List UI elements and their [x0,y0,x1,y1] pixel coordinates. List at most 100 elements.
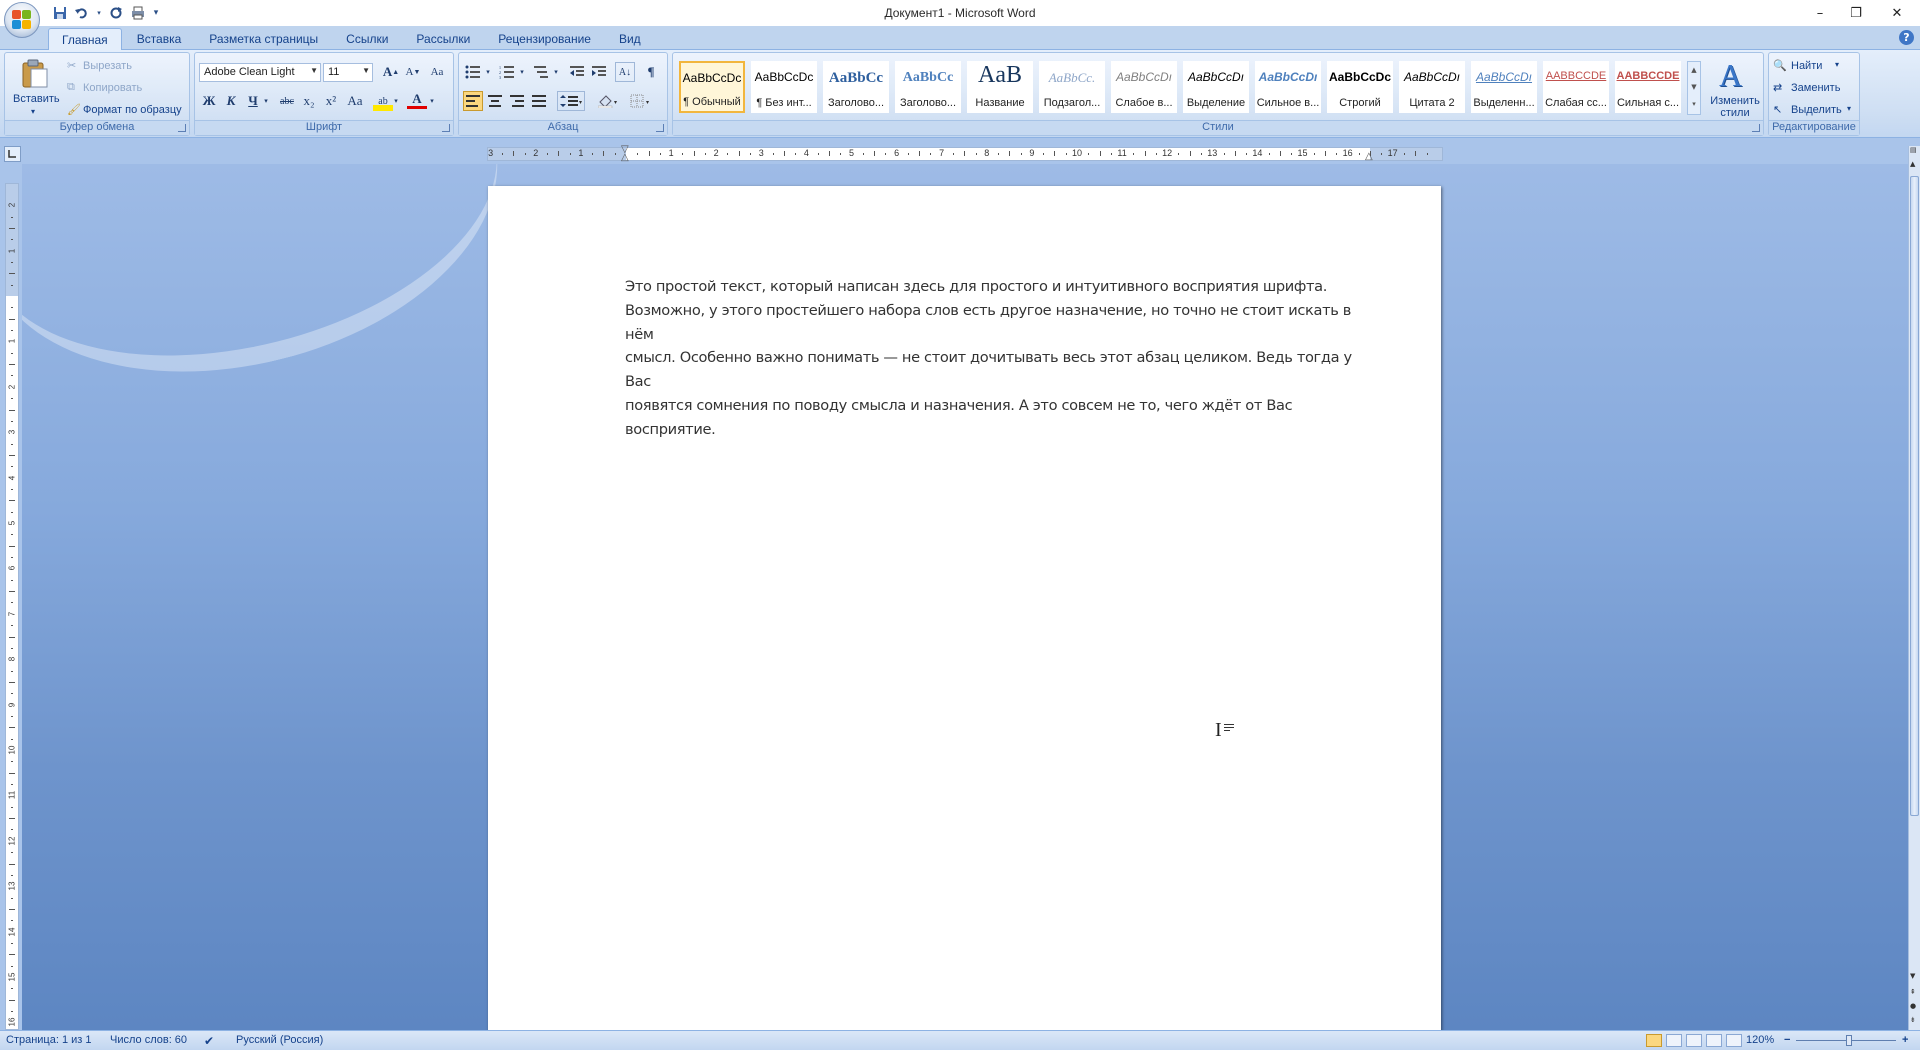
format-painter-button[interactable]: 🖌 Формат по образцу [65,101,189,119]
line-spacing-icon[interactable]: ▾ [557,91,585,111]
grow-font-button[interactable]: A ▲ [381,62,401,82]
bullets-icon[interactable] [463,62,483,82]
office-button[interactable] [4,2,40,38]
draft-view-button[interactable] [1726,1034,1742,1047]
font-name-combo[interactable]: Adobe Clean Light ▼ [199,63,321,82]
style-item[interactable]: AaBbCcDı Выделение [1183,61,1249,113]
decrease-indent-icon[interactable] [567,62,587,82]
style-item[interactable]: AaBbCc. Подзагол... [1039,61,1105,113]
sort-icon[interactable]: A↓ [615,62,635,82]
zoom-level[interactable]: 120% [1746,1034,1774,1046]
font-size-combo[interactable]: 11 ▼ [323,63,373,82]
tab-home[interactable]: Главная [48,28,122,51]
style-item[interactable]: AaBbCcDı Выделенн... [1471,61,1537,113]
numbering-icon[interactable]: 123 [497,62,517,82]
replace-button[interactable]: ⇄ Заменить [1773,79,1859,97]
restore-button[interactable]: ❐ [1838,0,1874,26]
chevron-up-icon[interactable]: ▲ [1688,62,1700,79]
print-layout-view-button[interactable] [1646,1034,1662,1047]
styles-dialog-launcher[interactable] [1752,124,1760,132]
style-item[interactable]: AaBbCc Заголово... [895,61,961,113]
highlight-dropdown-icon[interactable]: ▾ [391,91,401,111]
document-body[interactable]: Это простой текст, который написан здесь… [625,275,1375,442]
clear-formatting-button[interactable]: Aa [427,62,447,82]
right-indent-marker[interactable]: △ [1365,151,1373,162]
tab-mailings[interactable]: Рассылки [403,28,483,51]
copy-button[interactable]: ⧉ Копировать [65,79,189,97]
vertical-scrollbar[interactable]: ▤ ▲ ▼ ⇞ ● ⇟ [1908,146,1920,1030]
tab-selector[interactable] [4,146,21,162]
numbering-dropdown-icon[interactable]: ▾ [517,62,527,82]
browse-object-icon[interactable]: ● [1910,1002,1916,1010]
font-dialog-launcher[interactable] [442,124,450,132]
italic-button[interactable]: К [221,91,241,111]
align-right-icon[interactable] [507,91,527,111]
paragraph-dialog-launcher[interactable] [656,124,664,132]
vertical-ruler[interactable]: 2 1 1 2 3 4 5 6 7 8 9 10 11 12 13 14 15 16 [5,183,19,1030]
tab-view[interactable]: Вид [606,28,654,51]
spellcheck-icon[interactable]: ✔ [204,1034,214,1048]
multilevel-dropdown-icon[interactable]: ▾ [551,62,561,82]
strikethrough-button[interactable]: abc [277,91,297,111]
justify-icon[interactable] [529,91,549,111]
clipboard-dialog-launcher[interactable] [178,124,186,132]
align-center-icon[interactable] [485,91,505,111]
word-count[interactable]: Число слов: 60 [110,1034,187,1046]
align-left-icon[interactable] [463,91,483,111]
style-item[interactable]: AaBbCcDı Сильное в... [1255,61,1321,113]
style-item[interactable]: AaBbCcDı Цитата 2 [1399,61,1465,113]
previous-page-icon[interactable]: ⇞ [1910,988,1916,996]
style-item[interactable]: AaBbCcDc ¶ Без инт... [751,61,817,113]
select-button[interactable]: ↖ Выделить ▾ [1773,101,1859,119]
help-icon[interactable]: ? [1899,30,1914,45]
minimize-button[interactable]: – [1802,0,1838,26]
tab-page-layout[interactable]: Разметка страницы [196,28,331,51]
horizontal-ruler[interactable]: 3 2 1 1 2 3 4 5 6 7 8 9 10 11 12 13 14 15 16 17 ▽ △ △ [487,145,1443,163]
multilevel-list-icon[interactable] [531,62,551,82]
pilcrow-button[interactable]: ¶ [641,62,661,82]
underline-dropdown-icon[interactable]: ▾ [261,91,271,111]
increase-indent-icon[interactable] [589,62,609,82]
scroll-up-icon[interactable]: ▲ [1910,160,1915,168]
more-styles-icon[interactable]: ▾ [1688,96,1700,113]
style-item[interactable]: AABBCCDE Слабая сс... [1543,61,1609,113]
shading-icon[interactable]: ▾ [595,91,623,111]
shrink-font-button[interactable]: A ▼ [403,62,423,82]
cut-button[interactable]: ✂ Вырезать [65,57,189,75]
chevron-down-icon[interactable]: ▼ [1688,79,1700,96]
change-styles-button[interactable]: A Изменить стили [1707,57,1763,121]
page-count[interactable]: Страница: 1 из 1 [6,1034,92,1046]
superscript-button[interactable]: x² [321,91,341,111]
close-button[interactable]: ✕ [1874,0,1920,26]
web-layout-view-button[interactable] [1686,1034,1702,1047]
tab-review[interactable]: Рецензирование [485,28,604,51]
style-item[interactable]: AaBbCc Заголово... [823,61,889,113]
language-indicator[interactable]: Русский (Россия) [236,1034,323,1046]
font-color-button[interactable]: A [407,91,427,109]
zoom-out-button[interactable]: − [1784,1034,1790,1046]
tab-references[interactable]: Ссылки [333,28,401,51]
zoom-in-button[interactable]: + [1902,1034,1908,1046]
style-item[interactable]: AaB Название [967,61,1033,113]
outline-view-button[interactable] [1706,1034,1722,1047]
scroll-down-icon[interactable]: ▼ [1910,972,1915,980]
paste-button[interactable]: Вставить ▾ [13,57,60,119]
tab-insert[interactable]: Вставка [124,28,195,51]
bold-button[interactable]: Ж [199,91,219,111]
document-page[interactable]: Это простой текст, который написан здесь… [488,186,1441,1030]
style-item[interactable]: AaBbCcDc Строгий [1327,61,1393,113]
bullets-dropdown-icon[interactable]: ▾ [483,62,493,82]
underline-button[interactable]: Ч [243,91,263,111]
highlight-button[interactable]: ab [373,91,393,111]
style-item[interactable]: AaBbCcDc ¶ Обычный [679,61,745,113]
next-page-icon[interactable]: ⇟ [1910,1016,1916,1024]
change-case-button[interactable]: Aa [345,91,365,111]
subscript-button[interactable]: x₂ [299,91,319,111]
full-screen-reading-view-button[interactable] [1666,1034,1682,1047]
ruler-toggle-icon[interactable]: ▤ [1910,146,1917,154]
font-color-dropdown-icon[interactable]: ▾ [427,91,437,111]
first-line-indent-marker[interactable]: ▽ △ [621,145,629,163]
find-button[interactable]: 🔍 Найти ▾ [1773,57,1859,75]
style-item[interactable]: AABBCCDE Сильная с... [1615,61,1681,113]
scrollbar-thumb[interactable] [1910,176,1919,816]
